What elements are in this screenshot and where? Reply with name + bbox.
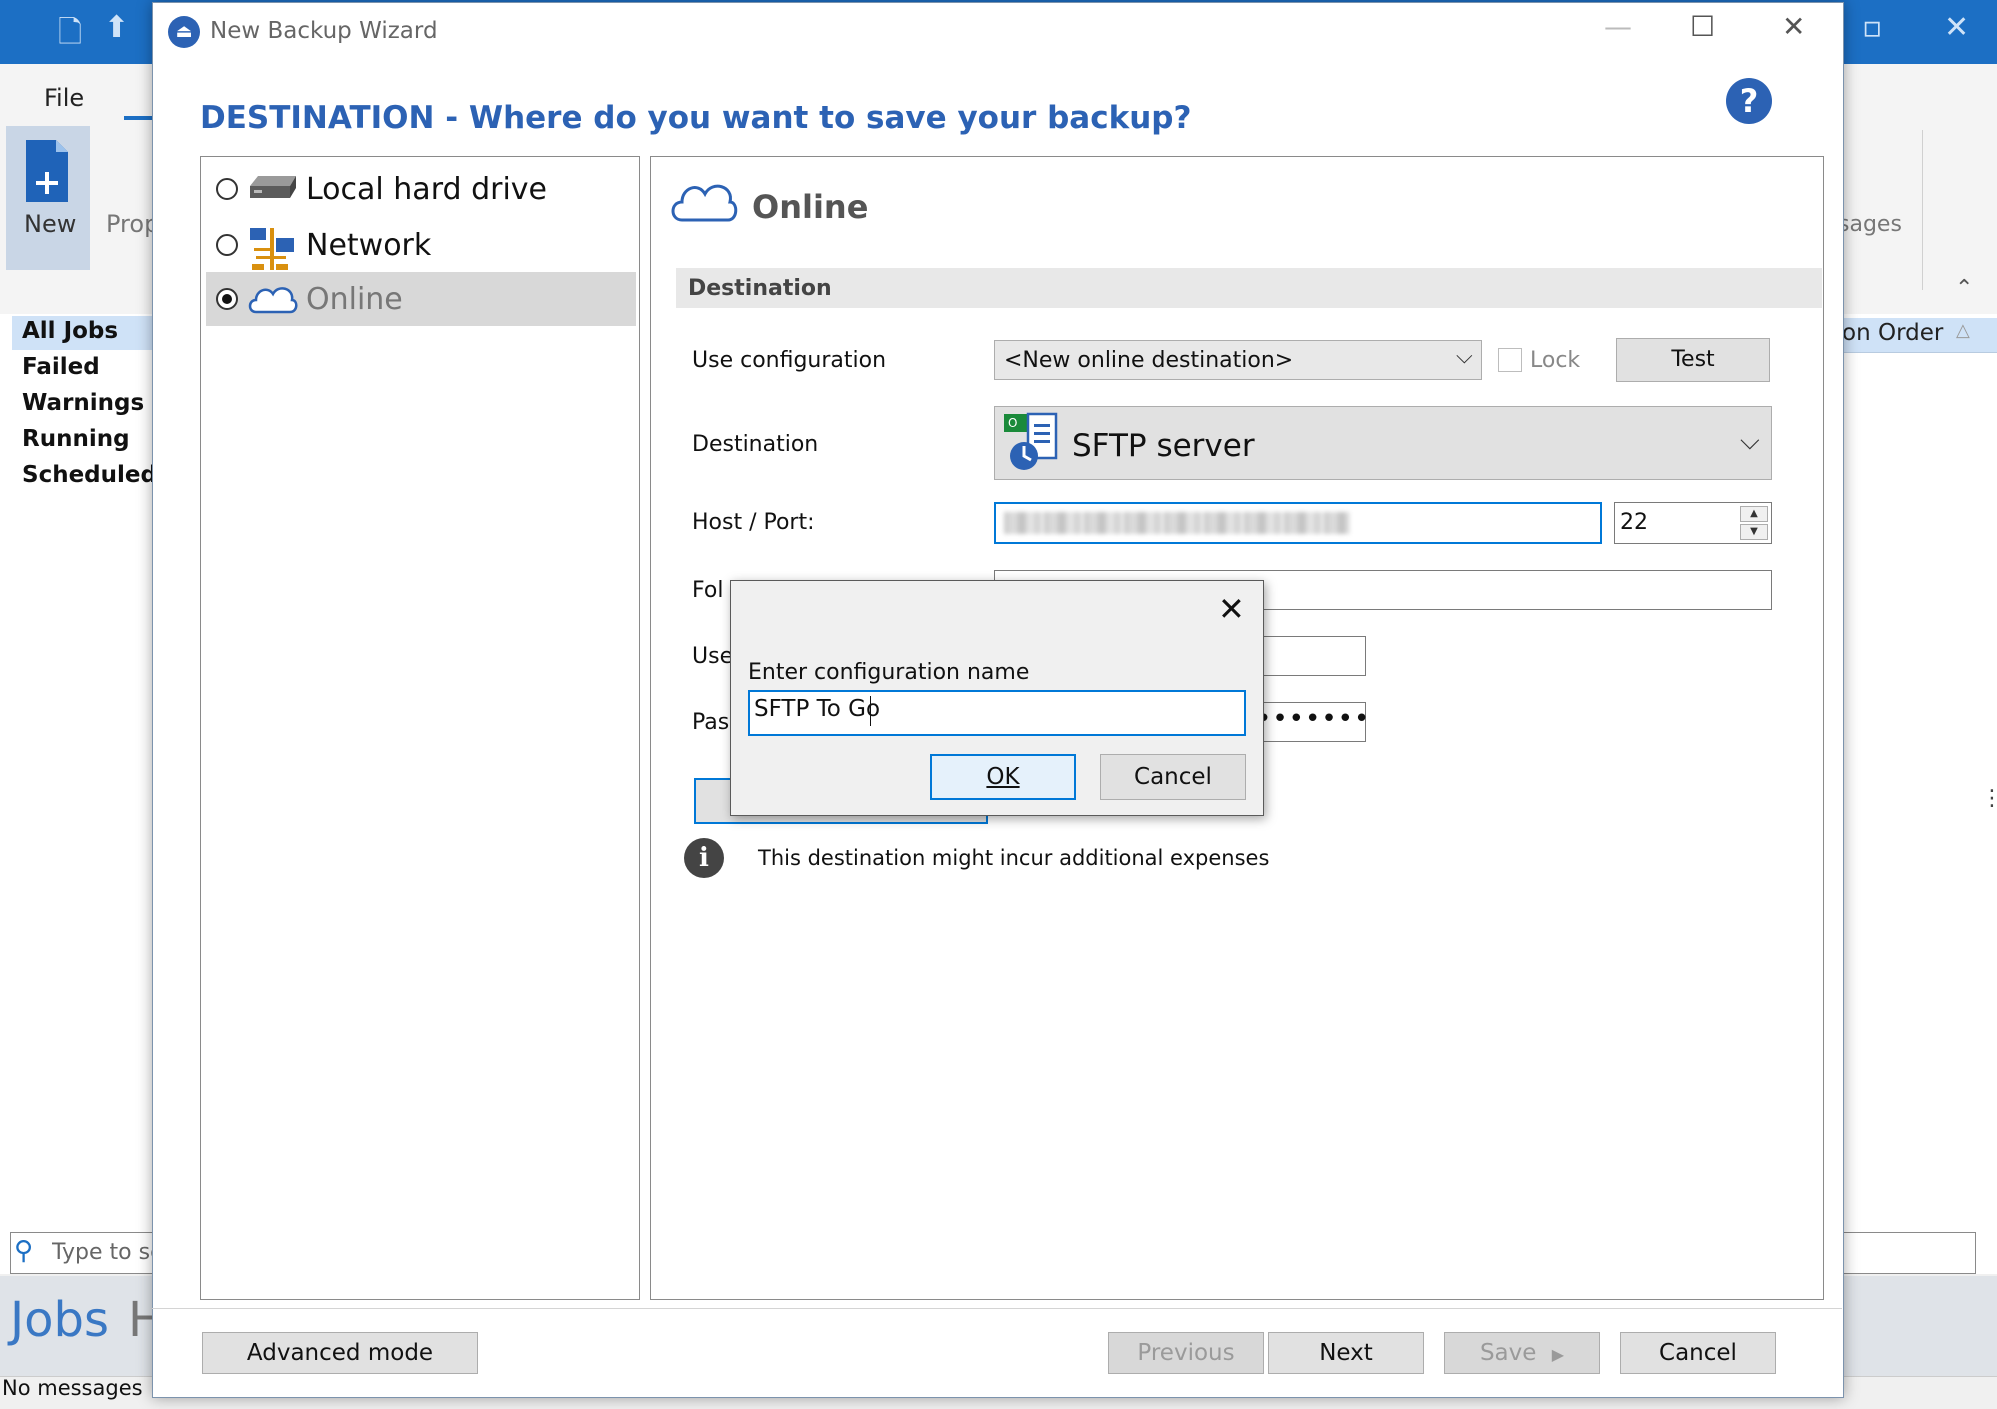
lock-checkbox[interactable] [1498, 348, 1522, 372]
new-document-icon[interactable]: 🗋 [58, 10, 82, 61]
redacted-host-value [1004, 512, 1350, 534]
right-filter-input[interactable] [1840, 1232, 1976, 1274]
cancel-button[interactable]: Cancel [1620, 1332, 1776, 1374]
ribbon-separator [1922, 130, 1923, 290]
jobs-sidebar [0, 314, 152, 1274]
close-icon[interactable]: ✕ [1782, 10, 1805, 43]
cloud-icon [248, 287, 298, 314]
destination-label: Online [306, 282, 403, 317]
save-button[interactable]: Save ▶ [1444, 1332, 1600, 1374]
app-logo-icon: ⏏ [168, 16, 200, 48]
sort-ascending-icon: △ [1956, 320, 1970, 341]
section-header [676, 268, 1822, 308]
hard-drive-icon [250, 176, 296, 198]
messages-button-label[interactable]: sages [1838, 212, 1902, 237]
up-arrow-icon[interactable]: ⬆ [104, 10, 129, 45]
configuration-value: <New online destination> [1004, 348, 1294, 373]
destination-online[interactable]: Online [206, 272, 636, 326]
footer-divider [152, 1308, 1842, 1309]
destination-local-hard-drive[interactable]: Local hard drive [206, 162, 636, 216]
destination-label: Local hard drive [306, 172, 547, 207]
new-document-icon [26, 140, 68, 202]
radio-button[interactable] [216, 178, 238, 200]
jobs-grid [1840, 314, 1997, 1274]
password-label: Pas [692, 710, 730, 735]
minimize-icon[interactable]: — [1604, 10, 1632, 43]
sidebar-item-scheduled[interactable]: Scheduled [22, 462, 157, 488]
close-icon[interactable]: ✕ [1218, 590, 1245, 628]
active-tab-indicator [124, 116, 154, 120]
dialog-cancel-label: Cancel [1134, 764, 1212, 790]
maximize-icon[interactable]: ☐ [1690, 10, 1715, 43]
ok-label: OK [986, 764, 1020, 790]
new-job-button[interactable] [6, 126, 90, 270]
new-button-label: New [24, 210, 77, 238]
info-icon: i [684, 838, 724, 878]
folder-label: Fol [692, 578, 724, 603]
sidebar-item-warnings[interactable]: Warnings [22, 390, 144, 416]
status-text: No messages [2, 1376, 143, 1400]
port-value: 22 [1620, 510, 1648, 535]
cloud-icon [671, 184, 738, 222]
destination-label: Network [306, 228, 432, 263]
text-caret [870, 696, 871, 726]
use-configuration-label: Use configuration [692, 348, 887, 373]
save-label: Save [1479, 1340, 1537, 1366]
panel-title: Online [752, 188, 869, 226]
search-icon: ⚲ [14, 1236, 34, 1266]
destination-network[interactable]: Network [206, 218, 636, 272]
close-icon[interactable]: ✕ [1944, 10, 1969, 45]
help-icon[interactable]: ? [1726, 78, 1772, 124]
column-header-label: on Order [1842, 320, 1944, 346]
destination-list [200, 156, 640, 1300]
page-heading: DESTINATION - Where do you want to save … [200, 100, 1192, 136]
network-icon [250, 228, 294, 270]
dialog-cancel-button[interactable]: Cancel [1100, 754, 1246, 800]
section-title: Destination [688, 276, 832, 301]
tab-jobs[interactable]: Jobs [10, 1292, 109, 1348]
previous-button[interactable]: Previous [1108, 1332, 1264, 1374]
test-button[interactable]: Test [1616, 338, 1770, 382]
chevron-down-icon[interactable]: ⌵ [1456, 344, 1473, 369]
chevron-down-icon[interactable]: ⌵ [1740, 426, 1760, 457]
radio-button-selected[interactable] [216, 288, 238, 310]
host-port-label: Host / Port: [692, 510, 815, 535]
minimize-icon[interactable]: ▫ [1862, 10, 1882, 45]
file-tab[interactable]: File [44, 84, 84, 112]
advanced-mode-button[interactable]: Advanced mode [202, 1332, 478, 1374]
username-label: Use [692, 644, 734, 669]
svg-text:O: O [1008, 416, 1017, 430]
password-mask: ••••••• [1256, 704, 1371, 734]
dialog-prompt: Enter configuration name [748, 660, 1030, 685]
spin-up-icon[interactable]: ▲ [1740, 506, 1768, 522]
sidebar-item-failed[interactable]: Failed [22, 354, 100, 380]
configuration-name-value: SFTP To Go [754, 696, 881, 722]
info-message: This destination might incur additional … [758, 846, 1270, 870]
sidebar-item-running[interactable]: Running [22, 426, 130, 452]
collapse-ribbon-icon[interactable]: ⌃ [1955, 276, 1973, 301]
search-placeholder: Type to se [52, 1240, 152, 1265]
ok-button[interactable]: OK [930, 754, 1076, 800]
spin-down-icon[interactable]: ▼ [1740, 524, 1768, 540]
sftp-server-icon: O [1004, 412, 1058, 470]
next-button[interactable]: Next [1268, 1332, 1424, 1374]
radio-button[interactable] [216, 234, 238, 256]
caret-right-icon: ▶ [1551, 1345, 1565, 1364]
lock-label: Lock [1530, 348, 1581, 373]
wizard-title: New Backup Wizard [210, 18, 438, 44]
destination-type-value: SFTP server [1072, 428, 1255, 464]
sidebar-item-all-jobs[interactable]: All Jobs [22, 318, 118, 344]
destination-label: Destination [692, 432, 819, 457]
splitter-handle-icon[interactable]: ⋮ [1981, 786, 1997, 811]
